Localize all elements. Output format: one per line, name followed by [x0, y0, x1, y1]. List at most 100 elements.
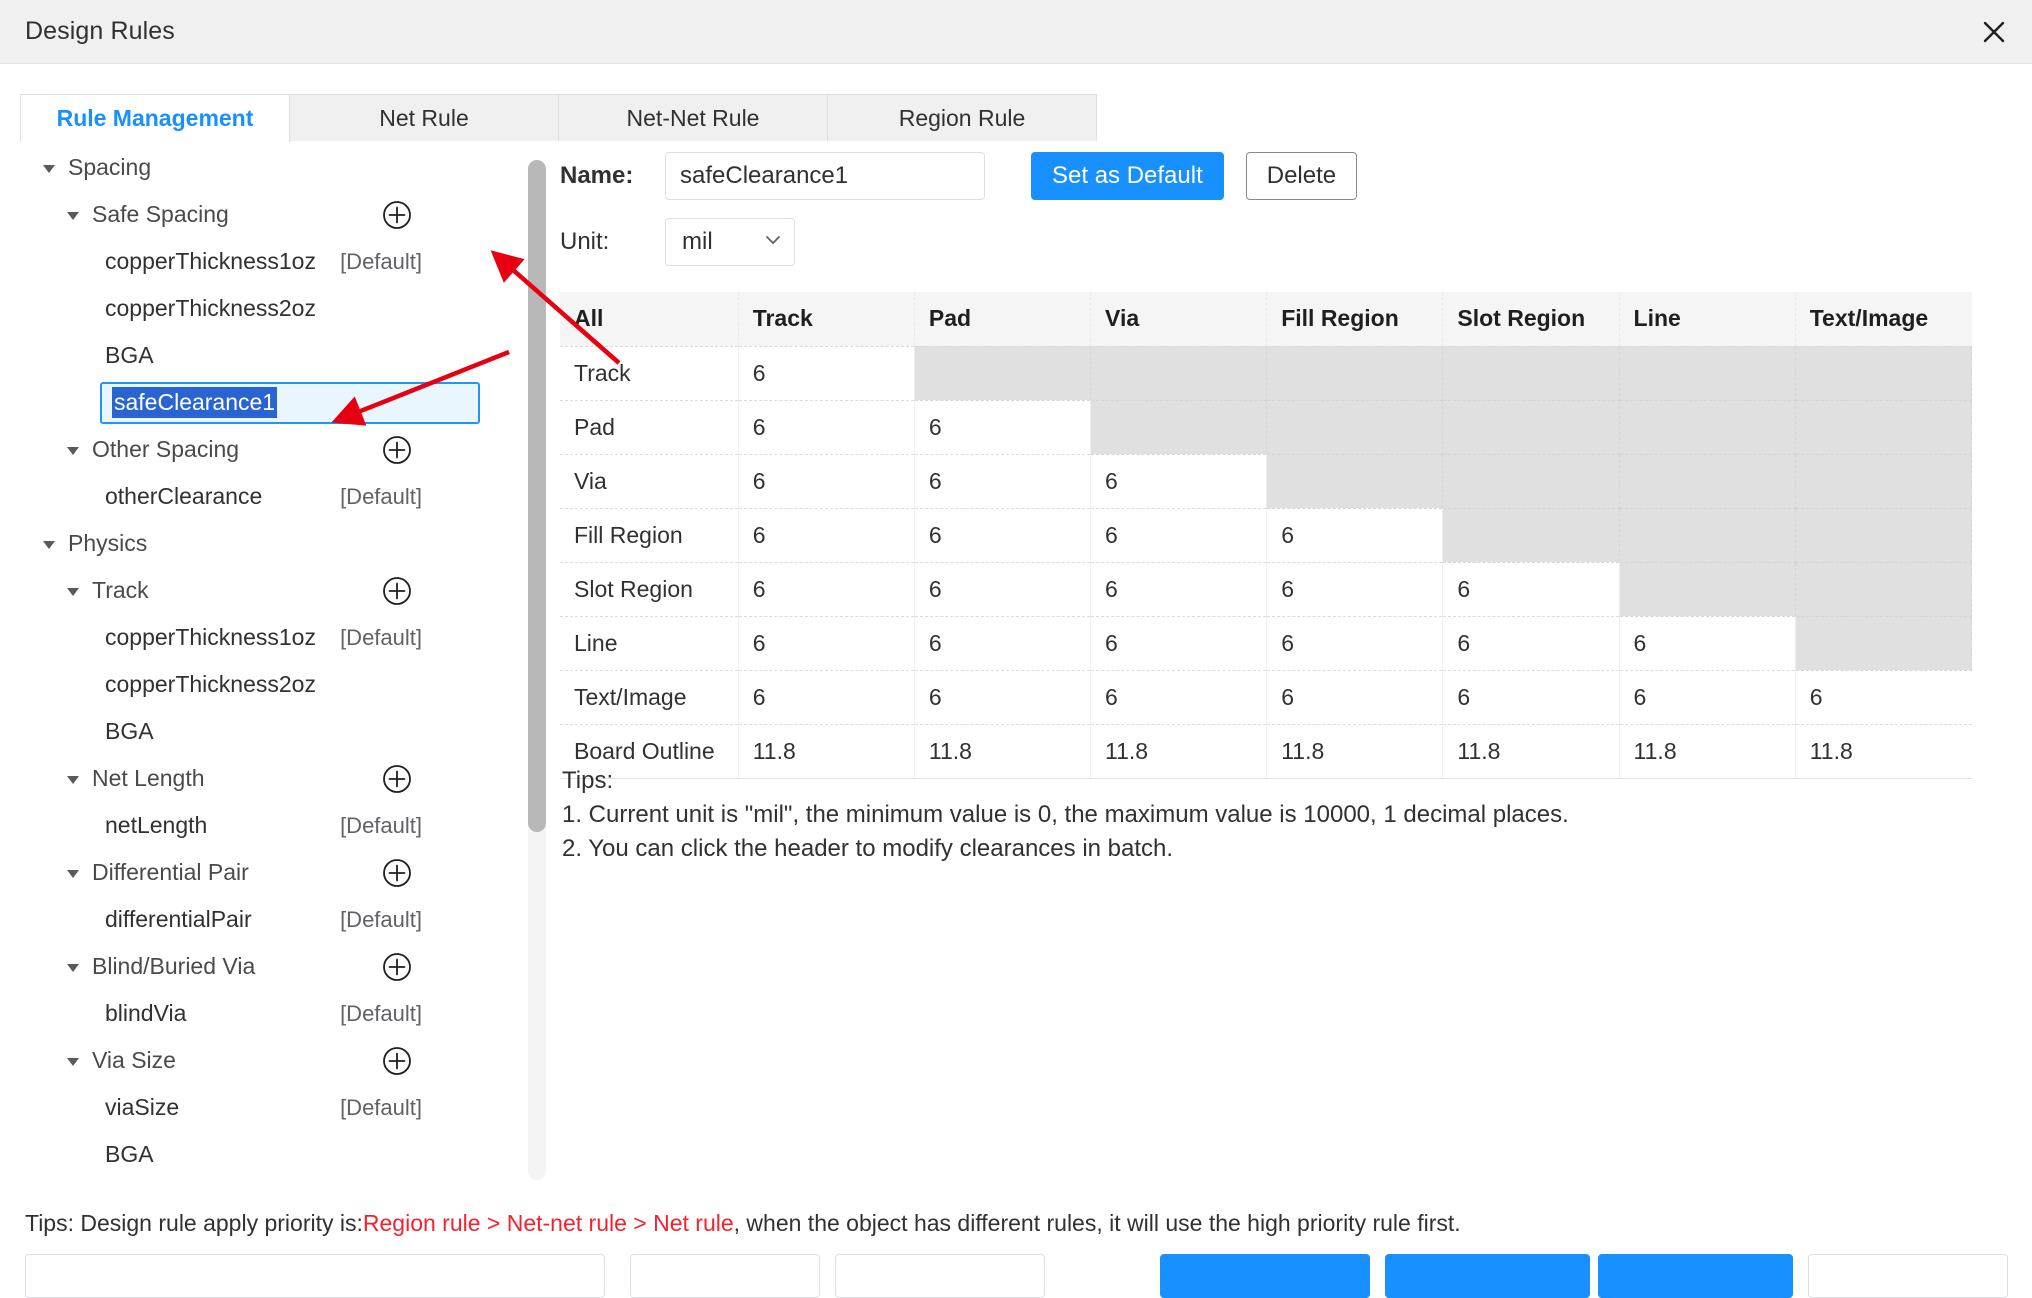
tab-net-net-rule[interactable]: Net-Net Rule [558, 94, 828, 142]
add-rule-plus-icon[interactable] [382, 1046, 412, 1076]
table-row-header-via[interactable]: Via [560, 454, 739, 509]
add-rule-plus-icon[interactable] [382, 764, 412, 794]
clearance-cell[interactable]: 6 [738, 400, 915, 455]
footer-button-1[interactable] [630, 1254, 820, 1298]
table-header-via[interactable]: Via [1090, 292, 1268, 347]
clearance-cell[interactable]: 6 [1266, 508, 1444, 563]
footer-primary-button-3[interactable] [1598, 1254, 1793, 1298]
footer-primary-button-2[interactable] [1385, 1254, 1590, 1298]
add-rule-plus-icon[interactable] [382, 200, 412, 230]
tree-node-differential-pair[interactable]: Differential Pair [0, 849, 532, 896]
footer-primary-button-1[interactable] [1160, 1254, 1370, 1298]
caret-down-icon[interactable] [62, 862, 84, 884]
tree-node-viasize[interactable]: viaSize [Default] [0, 1084, 532, 1131]
clearance-cell[interactable]: 6 [738, 670, 915, 725]
clearance-cell[interactable]: 6 [1090, 616, 1268, 671]
caret-down-icon[interactable] [38, 533, 60, 555]
caret-down-icon[interactable] [62, 768, 84, 790]
clearance-cell[interactable]: 6 [1266, 616, 1444, 671]
tree-scrollbar-thumb[interactable] [528, 160, 546, 832]
table-header-pad[interactable]: Pad [914, 292, 1092, 347]
clearance-cell[interactable]: 11.8 [1795, 724, 1972, 779]
clearance-cell[interactable]: 6 [1090, 454, 1268, 509]
clearance-cell[interactable]: 6 [914, 454, 1092, 509]
tree-node-bga[interactable]: BGA [0, 332, 532, 379]
tab-region-rule[interactable]: Region Rule [827, 94, 1097, 142]
table-header-line[interactable]: Line [1619, 292, 1796, 347]
table-row-header-text-image[interactable]: Text/Image [560, 670, 739, 725]
clearance-cell[interactable]: 6 [1442, 616, 1620, 671]
clearance-cell[interactable]: 6 [914, 400, 1092, 455]
name-input[interactable]: safeClearance1 [665, 152, 985, 200]
tree-node-copperthickness1oz[interactable]: copperThickness1oz [Default] [0, 614, 532, 661]
footer-button-2[interactable] [835, 1254, 1045, 1298]
tree-node-copperthickness2oz[interactable]: copperThickness2oz [0, 285, 532, 332]
close-button[interactable] [1972, 10, 2016, 54]
clearance-cell[interactable]: 6 [738, 562, 915, 617]
clearance-cell[interactable]: 6 [914, 508, 1092, 563]
footer-field-1[interactable] [25, 1254, 605, 1298]
tree-node-bga[interactable]: BGA [0, 708, 532, 755]
table-row-header-slot-region[interactable]: Slot Region [560, 562, 739, 617]
tree-node-otherclearance[interactable]: otherClearance [Default] [0, 473, 532, 520]
caret-down-icon[interactable] [38, 157, 60, 179]
caret-down-icon[interactable] [62, 1050, 84, 1072]
table-row-header-pad[interactable]: Pad [560, 400, 739, 455]
clearance-cell[interactable]: 6 [738, 346, 915, 401]
clearance-cell[interactable]: 6 [1266, 562, 1444, 617]
tree-node-netlength[interactable]: netLength [Default] [0, 802, 532, 849]
unit-select[interactable]: mil [665, 218, 795, 266]
clearance-cell[interactable]: 6 [1090, 670, 1268, 725]
clearance-cell[interactable]: 6 [1090, 562, 1268, 617]
caret-down-icon[interactable] [62, 580, 84, 602]
tree-node-spacing[interactable]: Spacing [0, 144, 532, 191]
tree-node-net-length[interactable]: Net Length [0, 755, 532, 802]
table-header-text-image[interactable]: Text/Image [1795, 292, 1972, 347]
table-row-header-line[interactable]: Line [560, 616, 739, 671]
clearance-cell[interactable]: 6 [738, 508, 915, 563]
tree-node-copperthickness1oz[interactable]: copperThickness1oz [Default] [0, 238, 532, 285]
table-header-fill-region[interactable]: Fill Region [1266, 292, 1444, 347]
tab-rule-management[interactable]: Rule Management [20, 94, 290, 142]
tree-node-other-spacing[interactable]: Other Spacing [0, 426, 532, 473]
rule-tree[interactable]: Spacing Safe Spacing copperThickness1oz [De… [0, 144, 532, 1184]
delete-button[interactable]: Delete [1245, 152, 1358, 200]
table-row-header-fill-region[interactable]: Fill Region [560, 508, 739, 563]
add-rule-plus-icon[interactable] [382, 435, 412, 465]
clearance-cell[interactable]: 6 [914, 562, 1092, 617]
add-rule-plus-icon[interactable] [382, 952, 412, 982]
add-rule-plus-icon[interactable] [382, 576, 412, 606]
tree-node-track[interactable]: Track [0, 567, 532, 614]
tree-node-differentialpair[interactable]: differentialPair [Default] [0, 896, 532, 943]
set-as-default-button[interactable]: Set as Default [1031, 152, 1224, 200]
clearance-cell[interactable]: 6 [1795, 670, 1972, 725]
clearance-cell[interactable]: 6 [1442, 670, 1620, 725]
clearance-cell[interactable]: 6 [1619, 616, 1796, 671]
clearance-cell[interactable]: 6 [1619, 670, 1796, 725]
table-row-header-track[interactable]: Track [560, 346, 739, 401]
clearance-cell[interactable]: 6 [738, 616, 915, 671]
footer-button-3[interactable] [1808, 1254, 2008, 1298]
tree-node-safe-spacing[interactable]: Safe Spacing [0, 191, 532, 238]
table-header-slot-region[interactable]: Slot Region [1442, 292, 1620, 347]
tree-node-physics[interactable]: Physics [0, 520, 532, 567]
tree-node-bga[interactable]: BGA [0, 1131, 532, 1178]
tree-node-name-input[interactable]: safeClearance1 [100, 381, 480, 424]
tree-node-via-size[interactable]: Via Size [0, 1037, 532, 1084]
clearance-cell[interactable]: 6 [1442, 562, 1620, 617]
tree-scrollbar-track[interactable] [528, 160, 546, 1180]
clearance-cell[interactable]: 6 [914, 616, 1092, 671]
table-header-all[interactable]: All [560, 292, 739, 347]
tree-node-blindvia[interactable]: blindVia [Default] [0, 990, 532, 1037]
caret-down-icon[interactable] [62, 439, 84, 461]
clearance-cell[interactable]: 11.8 [1619, 724, 1796, 779]
tab-net-rule[interactable]: Net Rule [289, 94, 559, 142]
clearance-cell[interactable]: 6 [738, 454, 915, 509]
clearance-cell[interactable]: 6 [1090, 508, 1268, 563]
clearance-cell[interactable]: 6 [914, 670, 1092, 725]
add-rule-plus-icon[interactable] [382, 858, 412, 888]
tree-node-copperthickness2oz[interactable]: copperThickness2oz [0, 661, 532, 708]
tree-node-blind-buried-via[interactable]: Blind/Buried Via [0, 943, 532, 990]
table-header-track[interactable]: Track [738, 292, 915, 347]
caret-down-icon[interactable] [62, 956, 84, 978]
